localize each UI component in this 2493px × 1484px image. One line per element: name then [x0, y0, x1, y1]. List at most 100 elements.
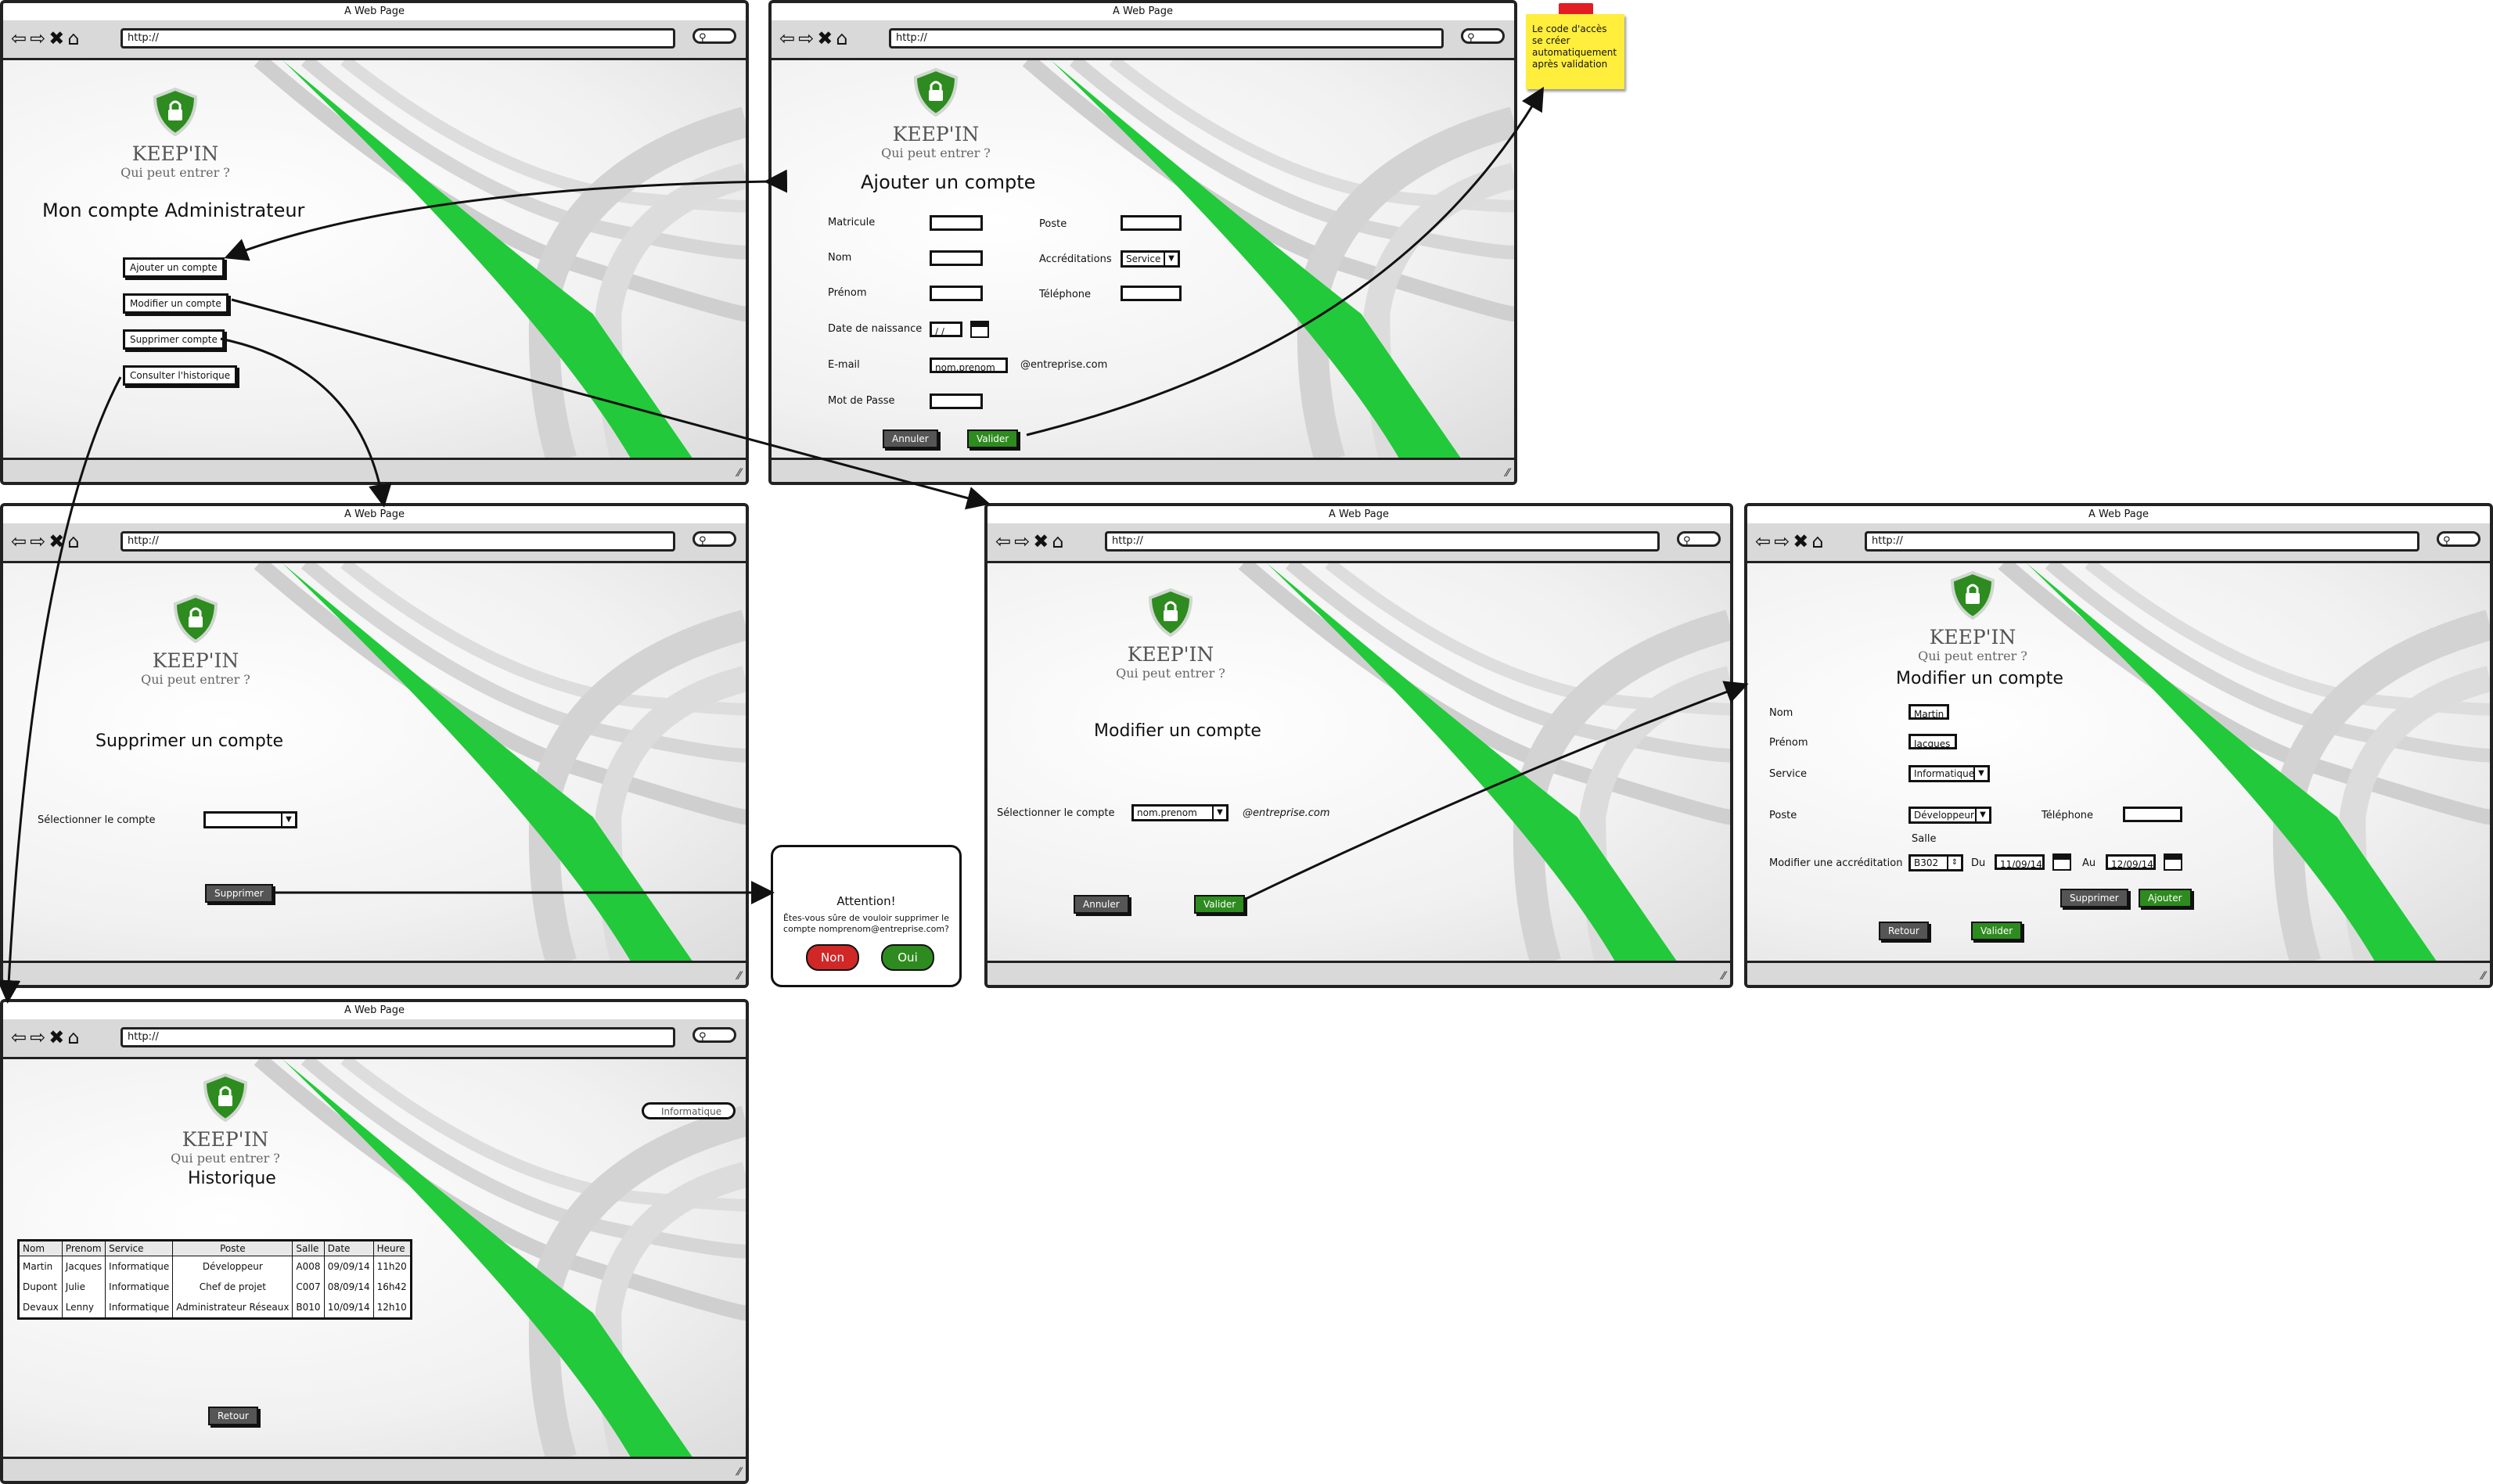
table-row[interactable]: Devaux Lenny Informatique Administrateur…	[18, 1297, 412, 1319]
column-header[interactable]: Nom	[18, 1240, 63, 1256]
cell-service: Informatique	[105, 1297, 173, 1319]
validate-button[interactable]: Valider	[967, 429, 1019, 448]
cell-date: 08/09/14	[323, 1277, 374, 1297]
matricule-label: Matricule	[828, 217, 876, 228]
resize-grip-icon[interactable]: ⁄⁄	[1506, 467, 1509, 480]
table-header-row: Nom Prenom Service Poste Salle Date Heur…	[18, 1240, 412, 1256]
dialog-title: Attention!	[836, 894, 896, 908]
calendar-icon[interactable]	[970, 321, 989, 338]
resize-grip-icon[interactable]: ⁄⁄	[737, 1466, 741, 1479]
table-row[interactable]: Martin Jacques Informatique Développeur …	[18, 1256, 412, 1277]
brand-slogan: Qui peut entrer ?	[881, 146, 991, 160]
password-label: Mot de Passe	[828, 395, 895, 407]
url-bar[interactable]: http://	[1865, 531, 2419, 552]
service-select[interactable]: Informatique ▼	[1908, 765, 1990, 782]
column-header[interactable]: Poste	[172, 1240, 293, 1256]
poste-value: Développeur	[1914, 810, 1974, 821]
nav-icons[interactable]: ⇦⇨✖⌂	[11, 528, 83, 555]
cell-date: 10/09/14	[323, 1297, 374, 1319]
password-field[interactable]	[930, 393, 983, 409]
account-select[interactable]: nom.prenom ▼	[1131, 804, 1229, 821]
page-content: KEEP'IN Qui peut entrer ? Modifier un co…	[1747, 563, 2490, 963]
accreditations-select[interactable]: Service ▼	[1121, 250, 1180, 268]
cancel-button[interactable]: Annuler	[1074, 895, 1129, 914]
no-button[interactable]: Non	[806, 944, 859, 971]
resize-grip-icon[interactable]: ⁄⁄	[737, 970, 741, 983]
calendar-icon[interactable]	[2052, 853, 2071, 871]
column-header[interactable]: Heure	[372, 1240, 412, 1256]
search-icon[interactable]: ⚲	[1461, 28, 1505, 44]
modify-account-button[interactable]: Modifier un compte	[123, 293, 228, 314]
matricule-field[interactable]	[930, 215, 983, 231]
telephone-field[interactable]	[1121, 286, 1182, 301]
back-button[interactable]: Retour	[208, 1407, 258, 1425]
window-title: A Web Page	[344, 5, 405, 17]
search-icon[interactable]: ⚲	[1677, 531, 1721, 547]
poste-field[interactable]	[1121, 215, 1182, 231]
search-icon[interactable]: ⚲	[692, 531, 736, 547]
validate-button[interactable]: Valider	[1971, 922, 2023, 940]
nav-icons[interactable]: ⇦⇨✖⌂	[995, 528, 1067, 555]
start-date-field[interactable]: 11/09/14	[1995, 854, 2045, 870]
url-bar[interactable]: http://	[121, 1027, 675, 1047]
poste-label: Poste	[1039, 218, 1067, 230]
email-domain: @entreprise.com	[1020, 359, 1108, 371]
cell-poste: Chef de projet	[172, 1277, 293, 1297]
remove-accreditation-button[interactable]: Supprimer	[2060, 889, 2128, 907]
nav-icons[interactable]: ⇦⇨✖⌂	[11, 1024, 83, 1051]
calendar-icon[interactable]	[2164, 853, 2182, 871]
poste-select[interactable]: Développeur ▼	[1908, 807, 1991, 824]
validate-button[interactable]: Valider	[1194, 895, 1246, 914]
status-bar: ⁄⁄	[3, 961, 746, 985]
brand-name: KEEP'IN	[1929, 626, 2016, 649]
stepper-icon: ⇕	[1947, 857, 1961, 869]
url-bar[interactable]: http://	[121, 531, 675, 552]
yes-button[interactable]: Oui	[881, 944, 934, 971]
birthdate-field[interactable]: / /	[930, 322, 962, 337]
nav-icons[interactable]: ⇦⇨✖⌂	[779, 25, 851, 52]
shield-lock-icon	[203, 1073, 248, 1123]
url-bar[interactable]: http://	[889, 28, 1444, 49]
nom-label: Nom	[1769, 707, 1793, 719]
nom-field[interactable]	[930, 250, 983, 266]
brand-name: KEEP'IN	[152, 649, 239, 672]
back-button[interactable]: Retour	[1879, 922, 1929, 940]
search-icon[interactable]: ⚲	[2437, 531, 2480, 547]
column-header[interactable]: Prenom	[61, 1240, 106, 1256]
salle-select[interactable]: B302 ⇕	[1908, 854, 1963, 871]
column-header[interactable]: Date	[323, 1240, 374, 1256]
nav-icons[interactable]: ⇦⇨✖⌂	[1755, 528, 1827, 555]
url-bar[interactable]: http://	[1105, 531, 1660, 552]
cell-heure: 16h42	[372, 1277, 412, 1297]
accreditation-label: Modifier une accréditation	[1769, 857, 1903, 869]
resize-grip-icon[interactable]: ⁄⁄	[2481, 970, 2485, 983]
end-date-field[interactable]: 12/09/14	[2106, 854, 2156, 870]
add-accreditation-button[interactable]: Ajouter	[2139, 889, 2192, 907]
nav-icons[interactable]: ⇦⇨✖⌂	[11, 25, 83, 52]
column-header[interactable]: Service	[105, 1240, 174, 1256]
url-bar[interactable]: http://	[121, 28, 675, 49]
browser-toolbar: ⇦⇨✖⌂ http:// ⚲	[987, 523, 1730, 563]
chevron-down-icon: ▼	[1975, 809, 1989, 821]
delete-account-button[interactable]: Supprimer compte	[123, 329, 225, 350]
account-select[interactable]: ▼	[203, 811, 297, 828]
email-field[interactable]: nom.prenom	[930, 358, 1008, 373]
table-row[interactable]: Dupont Julie Informatique Chef de projet…	[18, 1277, 412, 1297]
resize-grip-icon[interactable]: ⁄⁄	[737, 467, 741, 480]
prenom-field[interactable]	[930, 286, 983, 301]
filter-search-input[interactable]: Informatique	[642, 1102, 736, 1119]
status-bar: ⁄⁄	[3, 458, 746, 482]
prenom-field[interactable]: Jacques	[1908, 734, 1957, 749]
cancel-button[interactable]: Annuler	[883, 429, 938, 448]
nom-field[interactable]: Martin	[1908, 704, 1949, 720]
search-icon[interactable]: ⚲	[692, 28, 736, 44]
search-icon[interactable]: ⚲	[692, 1027, 736, 1043]
telephone-label: Téléphone	[2042, 810, 2094, 821]
telephone-field[interactable]	[2123, 807, 2182, 822]
brand-name: KEEP'IN	[1127, 643, 1214, 666]
delete-button[interactable]: Supprimer	[205, 884, 273, 903]
resize-grip-icon[interactable]: ⁄⁄	[1721, 970, 1725, 983]
column-header[interactable]: Salle	[292, 1240, 325, 1256]
add-account-button[interactable]: Ajouter un compte	[123, 257, 225, 278]
history-button[interactable]: Consulter l'historique	[123, 365, 238, 386]
